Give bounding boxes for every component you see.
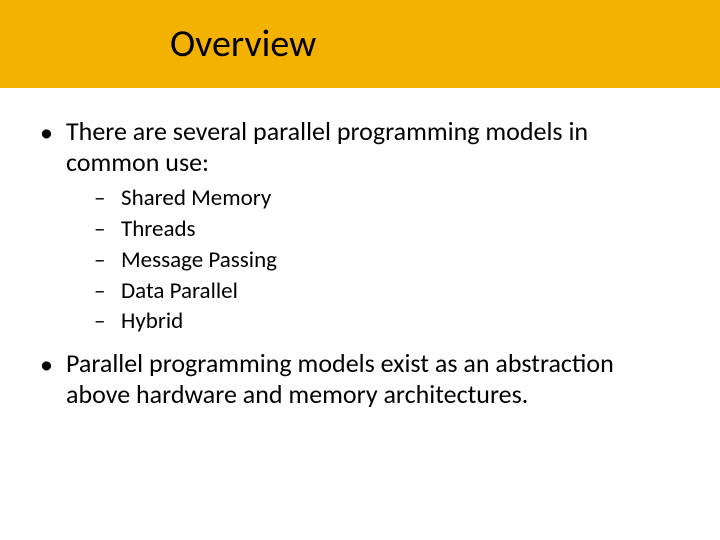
sub-text: Threads: [121, 215, 196, 244]
sub-item: – Hybrid: [94, 307, 680, 336]
sub-mark: –: [94, 246, 112, 275]
sub-mark: –: [94, 277, 112, 306]
sub-list: – Shared Memory – Threads – Message Pass…: [94, 184, 680, 336]
bullet-text: There are several parallel programming m…: [66, 116, 680, 178]
sub-mark: –: [94, 307, 112, 336]
bullet-item: • There are several parallel programming…: [40, 116, 680, 178]
sub-item: – Data Parallel: [94, 277, 680, 306]
bullet-item: • Parallel programming models exist as a…: [40, 348, 680, 410]
sub-text: Message Passing: [121, 246, 277, 275]
title-bar: Overview: [0, 0, 720, 88]
sub-item: – Message Passing: [94, 246, 680, 275]
slide-content: • There are several parallel programming…: [0, 88, 720, 411]
bullet-mark: •: [40, 116, 56, 178]
slide-title: Overview: [170, 21, 316, 67]
sub-text: Hybrid: [121, 307, 183, 336]
sub-text: Shared Memory: [121, 184, 271, 213]
sub-text: Data Parallel: [121, 277, 238, 306]
bullet-mark: •: [40, 348, 56, 410]
bullet-text: Parallel programming models exist as an …: [66, 348, 680, 410]
sub-item: – Shared Memory: [94, 184, 680, 213]
sub-mark: –: [94, 215, 112, 244]
sub-item: – Threads: [94, 215, 680, 244]
sub-mark: –: [94, 184, 112, 213]
